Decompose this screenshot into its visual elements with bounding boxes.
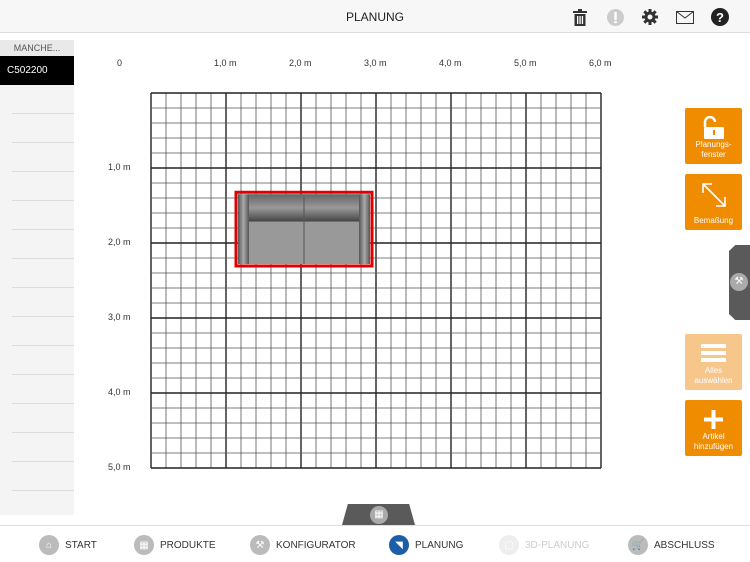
add-item-button[interactable]: Artikel hinzufügen (685, 400, 742, 456)
ruler-y-label: 1,0 m (108, 162, 131, 172)
tab-abschluss[interactable]: 🛒 ABSCHLUSS (628, 535, 715, 555)
ruler-x-label: 3,0 m (364, 58, 387, 68)
ruler-y-label: 2,0 m (108, 237, 131, 247)
dimensioning-button[interactable]: Bemaßung (685, 174, 742, 230)
list-item[interactable] (12, 201, 74, 230)
top-bar: PLANUNG ? (0, 0, 750, 33)
list-item[interactable] (12, 317, 74, 346)
tab-planung[interactable]: ◥ PLANUNG (389, 535, 463, 555)
planning-window-button[interactable]: Planungs- fenster (685, 108, 742, 164)
list-item[interactable] (12, 433, 74, 462)
sidebar-header: MANCHE... (0, 40, 74, 56)
trash-icon[interactable] (570, 7, 590, 27)
list-item[interactable] (12, 143, 74, 172)
wrench-icon[interactable]: ⚒ (730, 273, 748, 291)
list-item[interactable] (12, 404, 74, 433)
ruler-x-label: 1,0 m (214, 58, 237, 68)
resize-diagonal-icon (702, 183, 726, 207)
list-item[interactable] (12, 462, 74, 491)
ruler-x-label: 2,0 m (289, 58, 312, 68)
grid-icon: ▦ (134, 535, 154, 555)
wrench-icon: ⚒ (250, 535, 270, 555)
sidebar-selected-item[interactable]: C502200 (0, 56, 74, 85)
ruler-x-label: 6,0 m (589, 58, 612, 68)
sofa-item[interactable] (234, 190, 374, 268)
home-icon: ⌂ (39, 535, 59, 555)
grid-icon[interactable]: ▦ (370, 506, 388, 524)
unlock-icon (703, 116, 724, 139)
list-item[interactable] (12, 172, 74, 201)
ruler-y-label: 5,0 m (108, 462, 131, 472)
list-item[interactable] (12, 288, 74, 317)
ruler-x-label: 4,0 m (439, 58, 462, 68)
cart-icon: 🛒 (628, 535, 648, 555)
planning-icon: ◥ (389, 535, 409, 555)
ruler-x-label: 5,0 m (514, 58, 537, 68)
menu-lines-icon (701, 344, 726, 362)
tab-produkte[interactable]: ▦ PRODUKTE (134, 535, 216, 555)
ruler-y-label: 3,0 m (108, 312, 131, 322)
ruler-x-label: 0 (117, 58, 123, 68)
tab-3d-planung: ▢ 3D-PLANUNG (499, 535, 589, 555)
page-title: PLANUNG (345, 10, 404, 24)
list-item[interactable] (12, 230, 74, 259)
gear-icon[interactable] (640, 7, 660, 27)
help-icon[interactable]: ? (710, 7, 730, 27)
tab-start[interactable]: ⌂ START (39, 535, 97, 555)
sidebar: MANCHE... C502200 (0, 40, 74, 515)
list-item[interactable] (12, 85, 74, 114)
select-all-button[interactable]: Alles auswählen (685, 334, 742, 390)
tab-konfigurator[interactable]: ⚒ KONFIGURATOR (250, 535, 356, 555)
list-item[interactable] (12, 114, 74, 143)
list-item[interactable] (12, 346, 74, 375)
ruler-y-label: 4,0 m (108, 387, 131, 397)
list-item[interactable] (12, 259, 74, 288)
bottom-tab-bar: ⌂ START ▦ PRODUKTE ⚒ KONFIGURATOR ◥ PLANUNG … (0, 525, 750, 562)
mail-icon[interactable] (675, 7, 695, 27)
floor-plan-grid[interactable] (150, 92, 602, 469)
list-item[interactable] (12, 375, 74, 404)
svg-text:?: ? (716, 10, 724, 25)
warning-icon[interactable] (605, 7, 625, 27)
plus-icon (704, 410, 723, 429)
cube-icon: ▢ (499, 535, 519, 555)
